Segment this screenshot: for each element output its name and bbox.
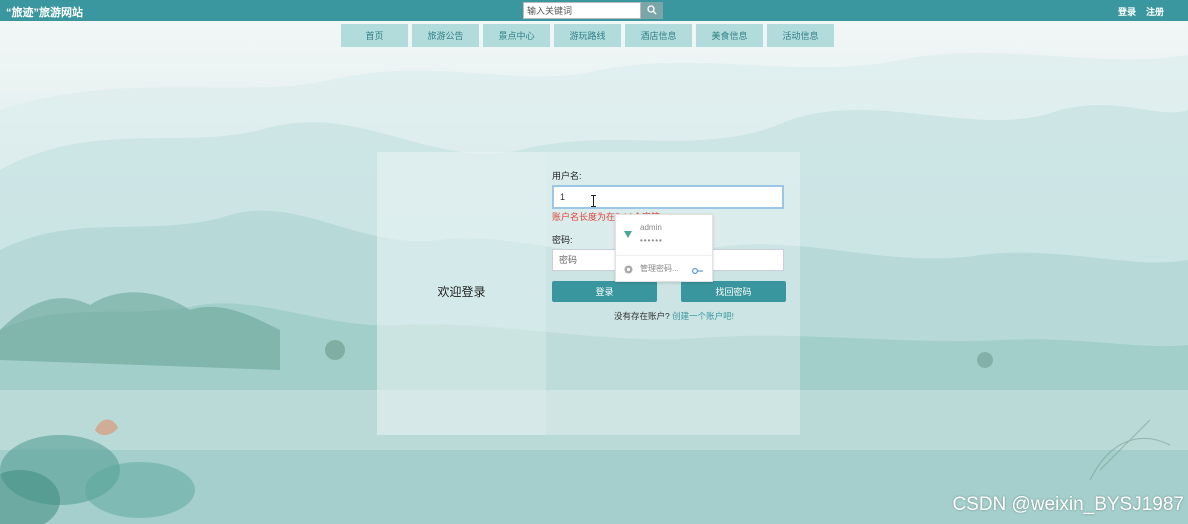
login-welcome-pane: 欢迎登录	[377, 152, 546, 435]
password-label: 密码:	[552, 235, 573, 245]
search-input[interactable]	[523, 2, 641, 19]
login-button[interactable]: 登录	[552, 281, 657, 302]
username-field[interactable]	[552, 185, 784, 209]
nav-item-food[interactable]: 美食信息	[696, 24, 763, 47]
manage-passwords-label: 管理密码...	[640, 264, 679, 273]
recover-password-button[interactable]: 找回密码	[681, 281, 786, 302]
nav-item-attractions[interactable]: 景点中心	[483, 24, 550, 47]
nav-item-events[interactable]: 活动信息	[767, 24, 834, 47]
chrome-icon	[624, 265, 633, 276]
text-cursor-icon	[590, 195, 597, 209]
username-label: 用户名:	[552, 171, 582, 181]
login-form: 用户名: 账户名长度为在5-16个字符 密码: 登录 找回密码 没有存在账户? …	[546, 152, 800, 435]
register-prompt: 没有存在账户? 创建一个账户吧!	[614, 310, 734, 322]
header-register-link[interactable]: 注册	[1146, 5, 1164, 18]
no-account-text: 没有存在账户?	[614, 311, 670, 321]
top-header-bar: “旅迹”旅游网站 登录 注册	[0, 0, 1188, 21]
auth-links: 登录 注册	[1118, 5, 1164, 18]
autofill-dropdown: admin •••••• 管理密码...	[615, 214, 713, 282]
nav-item-hotels[interactable]: 酒店信息	[625, 24, 692, 47]
autofill-suggestion[interactable]: admin ••••••	[616, 215, 712, 255]
autofill-username: admin	[640, 223, 662, 232]
login-panel: 欢迎登录 用户名: 账户名长度为在5-16个字符 密码: 登录 找回密码 没有存…	[377, 152, 800, 435]
main-nav: 首页 旅游公告 景点中心 游玩路线 酒店信息 美食信息 活动信息	[341, 24, 834, 47]
search-bar	[523, 2, 663, 19]
welcome-heading: 欢迎登录	[437, 285, 486, 299]
search-icon	[647, 3, 657, 18]
create-account-link[interactable]: 创建一个账户吧!	[672, 311, 734, 321]
nav-item-announcements[interactable]: 旅游公告	[412, 24, 479, 47]
nav-item-routes[interactable]: 游玩路线	[554, 24, 621, 47]
watermark: CSDN @weixin_BYSJ1987	[952, 494, 1184, 515]
manage-passwords-row[interactable]: 管理密码...	[616, 256, 712, 281]
nav-item-home[interactable]: 首页	[341, 24, 408, 47]
autofill-password-mask: ••••••	[640, 236, 663, 245]
site-title: “旅迹”旅游网站	[6, 7, 83, 19]
header-login-link[interactable]: 登录	[1118, 5, 1136, 18]
key-icon	[624, 230, 632, 240]
search-button[interactable]	[641, 2, 663, 19]
password-manager-icon	[692, 266, 704, 276]
